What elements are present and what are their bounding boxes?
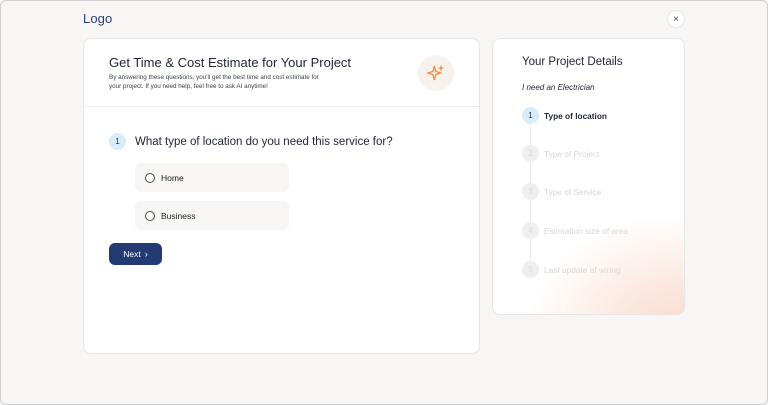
next-button[interactable]: Next › — [109, 243, 162, 265]
step-item-service: 3 Type of Service — [522, 183, 601, 200]
sparkle-icon — [427, 64, 445, 81]
step-label: Type of Project — [544, 148, 600, 159]
radio-button[interactable] — [145, 172, 155, 183]
option-label: Home — [161, 172, 184, 183]
step-item-area: 4 Estimation size of area — [522, 222, 628, 239]
estimate-subtitle: By answering these questions, you'll get… — [109, 74, 319, 90]
step-label: Last update of wiring — [544, 264, 621, 275]
estimate-card: Get Time & Cost Estimate for Your Projec… — [83, 38, 480, 354]
question-text: What type of location do you need this s… — [135, 135, 393, 148]
step-label: Type of location — [544, 110, 607, 121]
step-label: Type of Service — [544, 186, 602, 197]
question-row: 1 What type of location do you need this… — [109, 133, 393, 150]
step-number: 4 — [522, 222, 539, 239]
close-icon: × — [673, 13, 679, 25]
step-number: 5 — [522, 261, 539, 278]
chevron-right-icon: › — [144, 249, 148, 259]
close-button[interactable]: × — [667, 10, 685, 28]
option-home[interactable]: Home — [135, 163, 289, 192]
option-label: Business — [161, 210, 196, 221]
option-business[interactable]: Business — [135, 201, 289, 230]
step-number: 2 — [522, 145, 539, 162]
details-title: Your Project Details — [522, 56, 623, 68]
ask-ai-button[interactable] — [418, 55, 454, 91]
logo[interactable]: Logo — [83, 11, 112, 26]
next-label: Next — [123, 249, 141, 259]
step-item-project: 2 Type of Project — [522, 145, 599, 162]
estimate-card-header: Get Time & Cost Estimate for Your Projec… — [84, 39, 479, 107]
project-details-card: Your Project Details I need an Electrici… — [492, 38, 685, 315]
step-label: Estimation size of area — [544, 225, 628, 236]
details-subtitle: I need an Electrician — [522, 83, 595, 92]
question-number-badge: 1 — [109, 133, 126, 150]
decorative-gradient — [514, 204, 684, 314]
step-item-wiring: 5 Last update of wiring — [522, 261, 621, 278]
step-number: 1 — [522, 107, 539, 124]
radio-button[interactable] — [145, 210, 155, 221]
step-number: 3 — [522, 183, 539, 200]
step-item-location: 1 Type of location — [522, 107, 607, 124]
estimate-title: Get Time & Cost Estimate for Your Projec… — [109, 55, 352, 70]
